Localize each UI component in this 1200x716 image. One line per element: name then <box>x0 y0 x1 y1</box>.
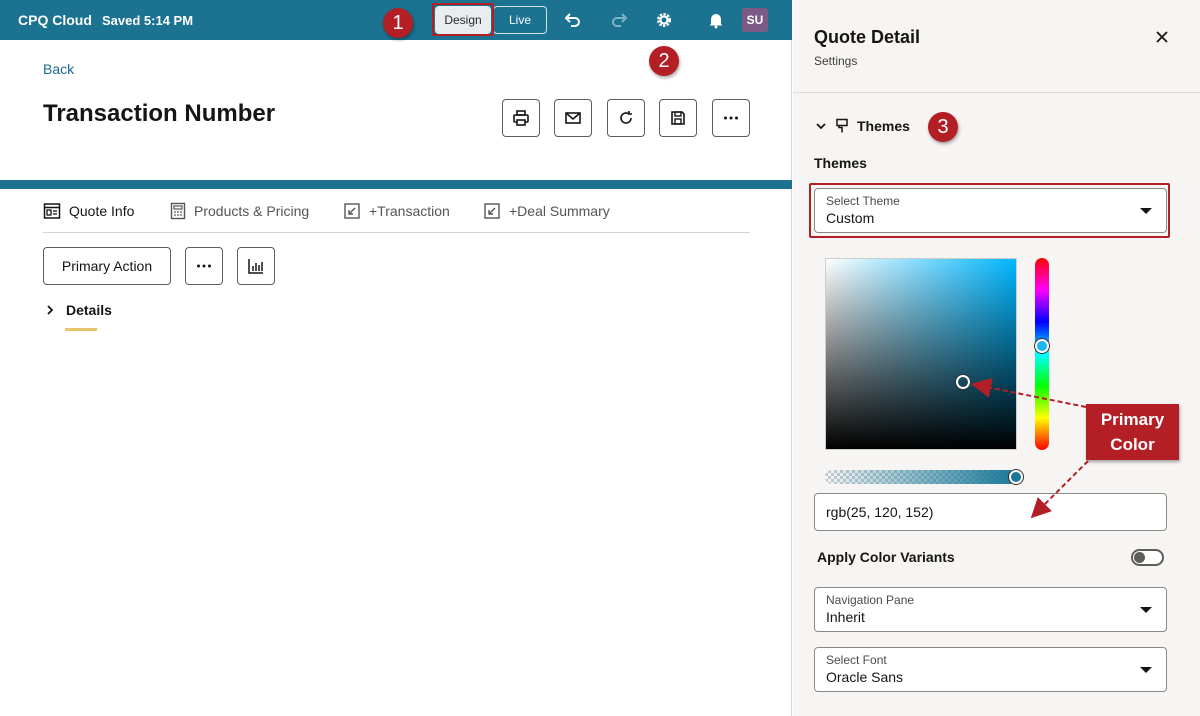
refresh-icon <box>620 111 632 124</box>
tab-label: +Deal Summary <box>509 203 610 219</box>
select-font-label: Select Font <box>826 653 887 667</box>
settings-panel: Quote Detail Settings Themes Themes Sele… <box>793 0 1200 716</box>
theme-highlight-box <box>809 183 1170 238</box>
navigation-pane-value: Inherit <box>826 609 865 625</box>
opacity-handle[interactable] <box>1009 470 1023 484</box>
apply-color-variants-toggle[interactable] <box>1131 549 1164 566</box>
select-font-value: Oracle Sans <box>826 669 904 685</box>
panel-title: Quote Detail <box>814 27 921 47</box>
hue-slider[interactable] <box>1035 258 1049 450</box>
tab-label: Quote Info <box>69 203 135 219</box>
overflow-button[interactable] <box>185 247 223 285</box>
details-section-toggle[interactable]: Details <box>44 302 112 318</box>
color-value-input[interactable]: rgb(25, 120, 152) <box>814 493 1167 531</box>
bar-chart-icon <box>248 259 263 274</box>
analytics-button[interactable] <box>237 247 275 285</box>
application-area: CPQ Cloud Saved 5:14 PM Design Live SU B… <box>0 0 792 716</box>
back-link[interactable]: Back <box>43 61 74 77</box>
panel-subtitle: Settings <box>814 54 858 68</box>
caret-down-icon <box>1140 667 1152 673</box>
form-icon <box>43 203 61 219</box>
user-avatar[interactable]: SU <box>742 8 768 32</box>
chevron-right-icon <box>47 305 54 315</box>
hue-handle[interactable] <box>1035 339 1049 353</box>
color-saturation-picker[interactable] <box>825 258 1017 450</box>
panel-divider <box>793 92 1200 93</box>
redo-icon[interactable] <box>609 10 629 30</box>
more-icon <box>197 264 211 268</box>
email-button[interactable] <box>554 99 592 137</box>
chevron-down-icon <box>816 123 826 130</box>
themes-section-header[interactable]: Themes <box>815 118 910 134</box>
brand-name: CPQ Cloud <box>18 12 92 28</box>
caret-down-icon <box>1140 607 1152 613</box>
details-underline <box>65 328 97 331</box>
tab-label: Products & Pricing <box>194 203 310 219</box>
tab-quote-info[interactable]: Quote Info <box>43 200 134 222</box>
themes-label: Themes <box>814 155 867 171</box>
step-callout-2: 2 <box>649 46 679 76</box>
external-link-icon <box>344 203 360 219</box>
toggle-knob <box>1134 552 1145 563</box>
step-callout-3: 3 <box>928 112 958 142</box>
paint-brush-icon <box>836 118 848 133</box>
step-callout-1: 1 <box>383 8 413 38</box>
tab-divider <box>43 232 750 233</box>
saved-status: Saved 5:14 PM <box>102 13 194 28</box>
tab-transaction[interactable]: +Transaction <box>343 200 450 222</box>
primary-color-line1: Primary <box>1100 410 1165 429</box>
save-icon <box>671 111 685 125</box>
calculator-icon <box>170 202 186 220</box>
mail-icon <box>565 112 581 124</box>
print-button[interactable] <box>502 99 540 137</box>
saturation-handle[interactable] <box>956 375 970 389</box>
select-font-dropdown[interactable]: Select Font Oracle Sans <box>814 647 1167 692</box>
opacity-slider[interactable] <box>825 470 1017 484</box>
navigation-pane-label: Navigation Pane <box>826 593 915 607</box>
details-label: Details <box>66 302 112 318</box>
undo-icon[interactable] <box>563 10 583 30</box>
primary-color-line2: Color <box>1110 435 1155 454</box>
refresh-button[interactable] <box>607 99 645 137</box>
navigation-pane-dropdown[interactable]: Navigation Pane Inherit <box>814 587 1167 632</box>
bell-icon[interactable] <box>706 10 726 30</box>
primary-action-button[interactable]: Primary Action <box>43 247 171 285</box>
page-title: Transaction Number <box>43 100 276 127</box>
design-highlight-box <box>432 3 494 36</box>
close-icon[interactable] <box>1153 28 1171 46</box>
themes-section-title: Themes <box>857 118 910 134</box>
gear-icon[interactable] <box>654 10 674 30</box>
more-icon <box>724 116 738 120</box>
tab-label: +Transaction <box>369 203 450 219</box>
tab-products-pricing[interactable]: Products & Pricing <box>170 200 309 222</box>
primary-color-callout: Primary Color <box>1086 404 1179 460</box>
more-actions-button[interactable] <box>712 99 750 137</box>
live-mode-button[interactable]: Live <box>493 6 547 34</box>
external-link-icon <box>484 203 500 219</box>
print-icon <box>513 110 529 126</box>
theme-color-band <box>0 180 792 189</box>
save-button[interactable] <box>659 99 697 137</box>
tab-deal-summary[interactable]: +Deal Summary <box>483 200 610 222</box>
apply-color-variants-label: Apply Color Variants <box>817 549 955 565</box>
